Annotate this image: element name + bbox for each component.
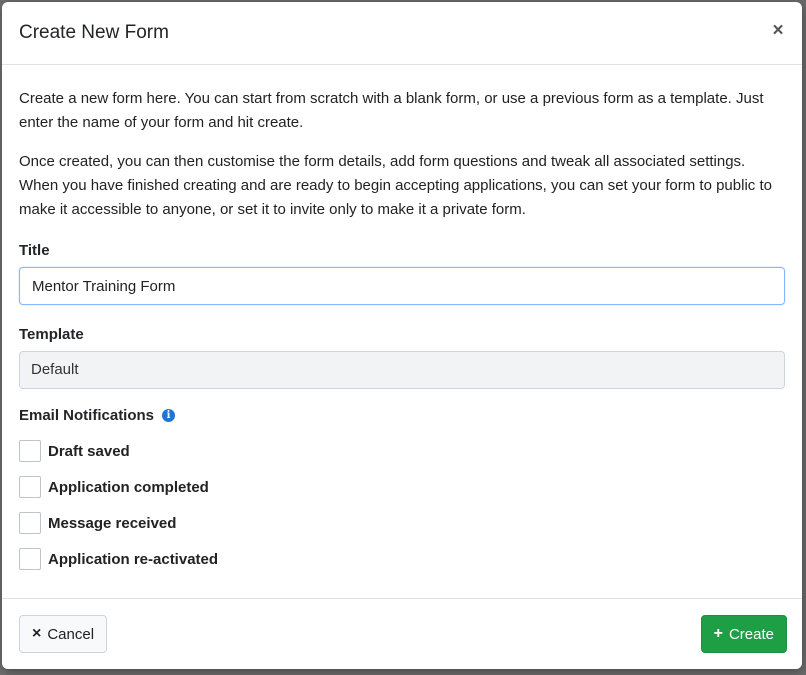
create-button[interactable]: + Create — [700, 615, 787, 653]
close-icon[interactable]: × — [768, 20, 788, 42]
title-input[interactable] — [19, 267, 785, 305]
checkbox-row-draft-saved: Draft saved — [19, 433, 785, 469]
application-completed-checkbox[interactable] — [19, 476, 41, 498]
title-label: Title — [19, 242, 50, 259]
info-icon[interactable]: i — [162, 409, 176, 422]
email-notifications-list: Draft saved Application completed Messag… — [19, 433, 785, 577]
intro-paragraph-1: Create a new form here. You can start fr… — [19, 90, 764, 131]
create-form-modal: Create New Form × Create a new form here… — [2, 2, 802, 669]
draft-saved-checkbox[interactable] — [19, 440, 41, 462]
create-label: Create — [728, 625, 774, 643]
template-select[interactable]: Default — [19, 351, 785, 389]
modal-header: Create New Form × — [2, 2, 802, 65]
application-reactivated-checkbox[interactable] — [19, 548, 41, 570]
modal-footer: × Cancel + Create — [2, 598, 802, 669]
intro-paragraph-2: Once created, you can then customise the… — [19, 153, 772, 218]
draft-saved-label[interactable]: Draft saved — [48, 443, 130, 460]
email-notifications-label: Email Notifications — [19, 407, 155, 424]
email-notifications-header: Email Notifications i — [19, 407, 785, 424]
checkbox-row-application-completed: Application completed — [19, 469, 785, 505]
checkbox-row-application-reactivated: Application re-activated — [19, 541, 785, 577]
cancel-label: Cancel — [47, 625, 95, 643]
checkbox-row-message-received: Message received — [19, 505, 785, 541]
application-completed-label[interactable]: Application completed — [48, 479, 209, 496]
close-icon: × — [32, 625, 42, 642]
cancel-button[interactable]: × Cancel — [19, 615, 108, 653]
message-received-label[interactable]: Message received — [48, 515, 176, 532]
plus-icon: + — [713, 625, 723, 642]
application-reactivated-label[interactable]: Application re-activated — [48, 551, 218, 568]
modal-title: Create New Form — [19, 22, 169, 43]
template-label: Template — [19, 326, 84, 343]
modal-body: Create a new form here. You can start fr… — [2, 65, 802, 577]
message-received-checkbox[interactable] — [19, 512, 41, 534]
